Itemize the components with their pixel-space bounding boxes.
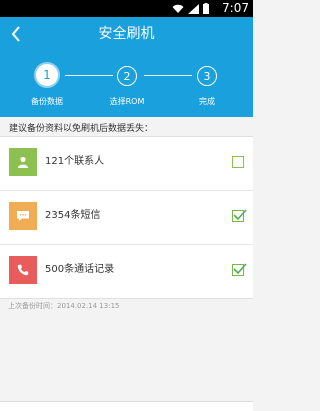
step-1-indicator: 1 — [34, 62, 60, 88]
list-item-contacts[interactable]: 121个联系人 — [0, 137, 253, 191]
backup-prompt: 建议备份资料以免刷机后数据丢失： — [9, 124, 154, 134]
step-2-label: 选择ROM — [109, 97, 145, 106]
list-item-label: 121个联系人 — [45, 156, 105, 167]
step-2-indicator: 2 — [117, 66, 137, 86]
last-backup-time: 上次备份时间：2014.02.14 13:15 — [8, 302, 120, 310]
checkmark-icon — [233, 209, 247, 221]
step-number: 1 — [43, 68, 51, 82]
step-3-indicator: 3 — [197, 66, 217, 86]
phone-icon — [9, 256, 37, 284]
step-connector — [144, 75, 192, 76]
status-icons — [172, 3, 209, 14]
backup-list: 121个联系人 2354条短信 500条通话记录 — [0, 136, 253, 299]
status-bar: 7:07 — [0, 0, 253, 17]
calls-checkbox[interactable] — [232, 263, 247, 276]
contacts-checkbox[interactable] — [232, 156, 244, 168]
contact-icon — [9, 148, 37, 176]
checkmark-icon — [233, 263, 247, 275]
page-title: 安全刷机 — [98, 26, 155, 42]
signal-icon — [188, 3, 199, 14]
step-1-label: 备份数据 — [31, 97, 63, 106]
list-item-messages[interactable]: 2354条短信 — [0, 191, 253, 245]
list-item-label: 2354条短信 — [45, 210, 101, 221]
list-item-calls[interactable]: 500条通话记录 — [0, 245, 253, 298]
status-time: 7:07 — [222, 1, 249, 15]
step-number: 3 — [203, 69, 211, 83]
list-item-label: 500条通话记录 — [45, 264, 115, 275]
messages-checkbox[interactable] — [232, 209, 247, 222]
battery-icon — [203, 3, 209, 14]
step-number: 2 — [123, 69, 131, 83]
step-connector — [65, 75, 113, 76]
step-3-label: 完成 — [199, 97, 215, 106]
wifi-icon — [172, 4, 184, 13]
message-icon — [9, 202, 37, 230]
